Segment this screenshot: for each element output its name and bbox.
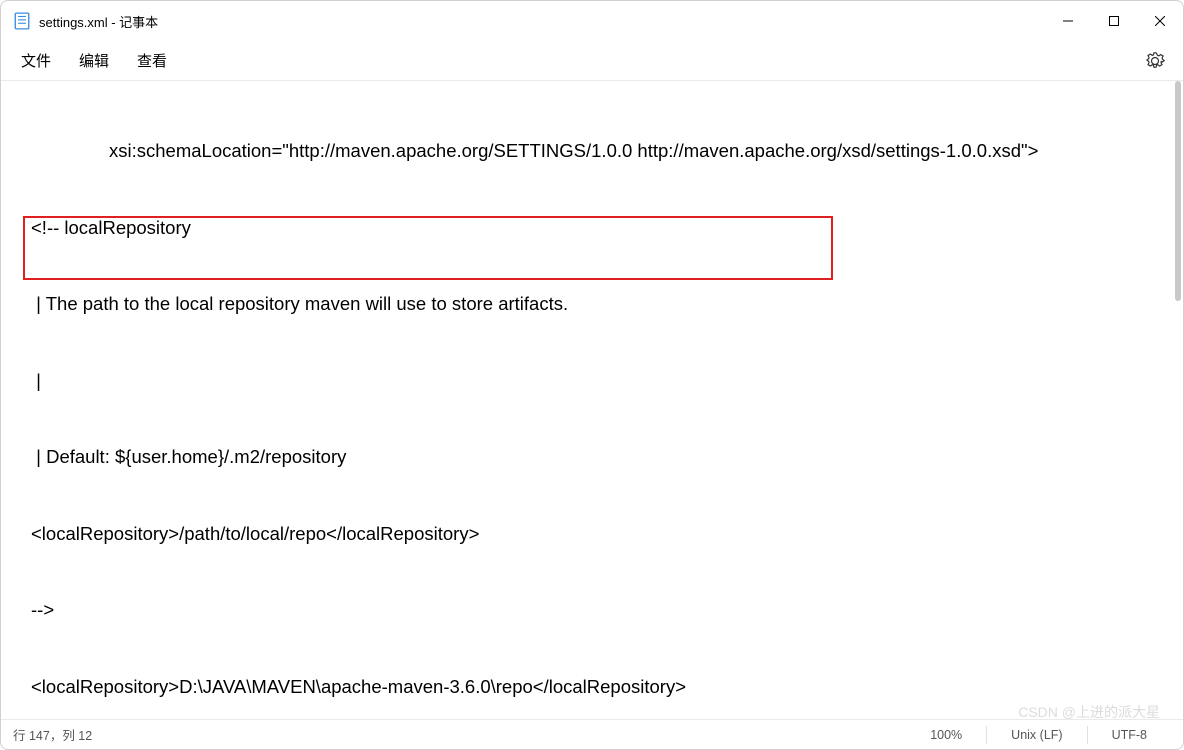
menu-file[interactable]: 文件 — [21, 50, 51, 71]
text-line: | — [1, 368, 1169, 394]
notepad-window: settings.xml - 记事本 文件 编辑 查看 xsi:schemaLo… — [0, 0, 1184, 750]
text-line: | The path to the local repository maven… — [1, 291, 1169, 317]
status-encoding: UTF-8 — [1087, 726, 1171, 744]
scrollbar-thumb[interactable] — [1175, 81, 1181, 301]
minimize-button[interactable] — [1045, 1, 1091, 41]
status-zoom: 100% — [906, 726, 986, 744]
gear-icon[interactable] — [1145, 51, 1165, 71]
titlebar[interactable]: settings.xml - 记事本 — [1, 1, 1183, 41]
window-controls — [1045, 1, 1183, 41]
statusbar: 行 147，列 12 100% Unix (LF) UTF-8 — [1, 719, 1183, 749]
window-title: settings.xml - 记事本 — [39, 12, 158, 31]
text-line: <!-- localRepository — [1, 215, 1169, 241]
notepad-icon — [13, 12, 31, 30]
text-line: <localRepository>/path/to/local/repo</lo… — [1, 521, 1169, 547]
menubar: 文件 编辑 查看 — [1, 41, 1183, 81]
text-editor[interactable]: xsi:schemaLocation="http://maven.apache.… — [1, 81, 1169, 719]
status-cursor: 行 147，列 12 — [13, 725, 92, 744]
status-eol: Unix (LF) — [986, 726, 1086, 744]
text-line: --> — [1, 597, 1169, 623]
close-button[interactable] — [1137, 1, 1183, 41]
menu-view[interactable]: 查看 — [137, 50, 167, 71]
text-line: | Default: ${user.home}/.m2/repository — [1, 444, 1169, 470]
vertical-scrollbar[interactable] — [1169, 81, 1183, 719]
text-line: xsi:schemaLocation="http://maven.apache.… — [1, 138, 1169, 164]
text-line: <localRepository>D:\JAVA\MAVEN\apache-ma… — [1, 674, 1169, 700]
content-area: xsi:schemaLocation="http://maven.apache.… — [1, 81, 1183, 719]
menu-edit[interactable]: 编辑 — [79, 50, 109, 71]
maximize-button[interactable] — [1091, 1, 1137, 41]
